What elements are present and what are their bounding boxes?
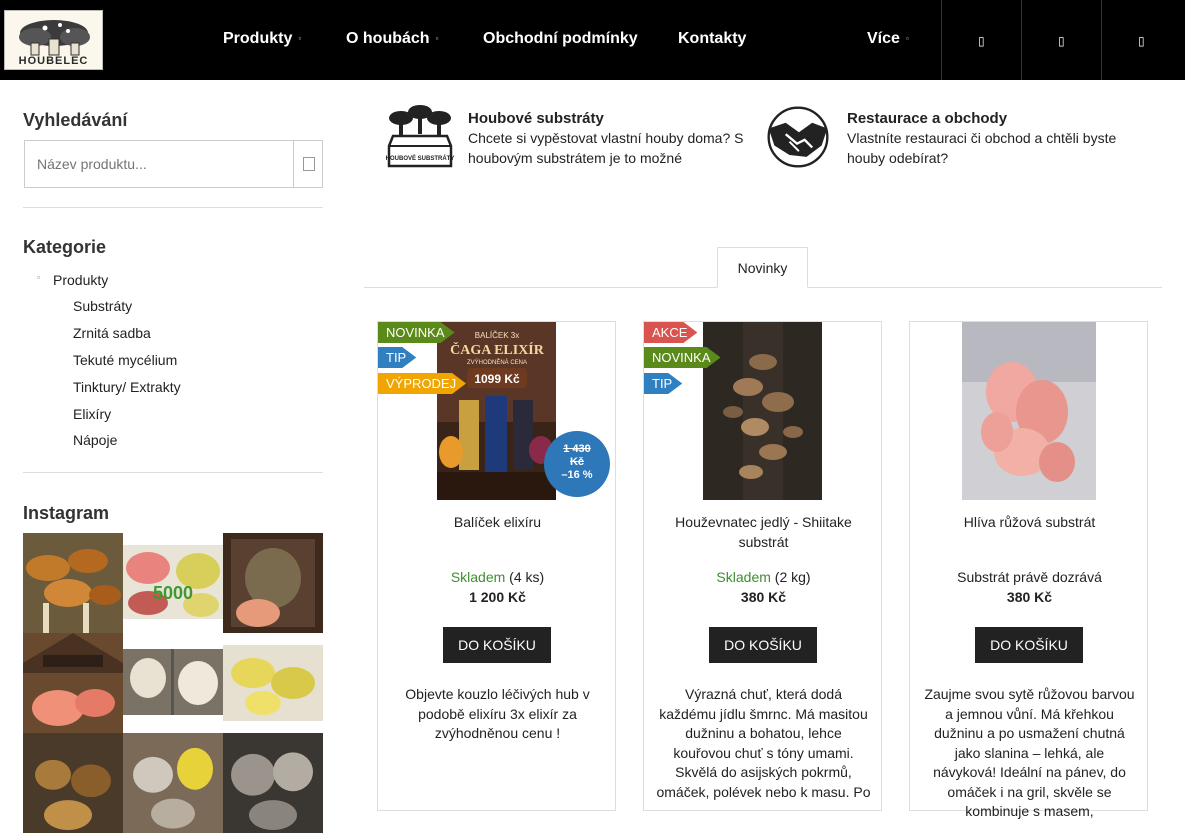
chevron-down-icon: ▫	[435, 34, 439, 44]
product-availability: Skladem (2 kg)	[644, 569, 883, 585]
instagram-photo[interactable]	[223, 533, 323, 633]
stock-status: Skladem	[716, 569, 771, 585]
instagram-photo[interactable]: 5000	[123, 533, 223, 633]
add-to-cart-button[interactable]: DO KOŠÍKU	[443, 627, 551, 663]
product-image[interactable]: BALÍČEK 3x ČAGA ELIXÍR ZVÝHODNĚNÁ CENA 1…	[437, 322, 556, 500]
discount-old-price: 1 430	[563, 443, 591, 455]
sidebar-divider	[23, 472, 323, 473]
cart-icon: ▯	[1138, 34, 1145, 48]
chevron-down-icon: ▫	[905, 34, 909, 44]
nav-more[interactable]: Více ▫	[867, 30, 909, 48]
category-tinctures[interactable]: Tinktury/ Extrakty	[73, 379, 181, 395]
product-image[interactable]	[703, 322, 822, 500]
instagram-photo[interactable]	[123, 633, 223, 733]
product-description: Zaujme svou sytě růžovou barvou a jemnou…	[924, 686, 1135, 819]
instagram-title: Instagram	[23, 503, 110, 523]
nav-contacts[interactable]: Kontakty	[678, 30, 746, 48]
feature-title-restaurants[interactable]: Restaurace a obchody	[847, 110, 1007, 127]
instagram-photo[interactable]	[123, 733, 223, 833]
flag-action-badge: AKCE	[644, 322, 697, 343]
categories-title: Kategorie	[23, 237, 107, 257]
stock-quantity: Substrát právě dozrává	[957, 569, 1102, 585]
product-name[interactable]: Houževnatec jedlý - Shiitake substrát	[654, 512, 873, 552]
product-image-text: ČAGA ELIXÍR	[450, 341, 545, 358]
nav-about-mushrooms[interactable]: O houbách ▫	[346, 30, 438, 48]
nav-products-label: Produkty	[223, 30, 293, 47]
instagram-photo[interactable]	[23, 633, 123, 733]
category-substrates[interactable]: Substráty	[73, 298, 132, 314]
instagram-photo[interactable]	[23, 733, 123, 833]
site-logo[interactable]: HOUBELEC	[4, 10, 103, 70]
instagram-badge: 5000	[153, 583, 193, 603]
add-to-cart-button[interactable]: DO KOŠÍKU	[709, 627, 817, 663]
add-to-cart-button[interactable]: DO KOŠÍKU	[975, 627, 1083, 663]
user-icon: ▯	[1058, 34, 1065, 48]
flag-sale-badge: VÝPRODEJ	[378, 373, 466, 394]
flag-new-badge: NOVINKA	[378, 322, 455, 343]
product-name[interactable]: Hlíva růžová substrát	[920, 512, 1139, 532]
header-bar: HOUBELEC Produkty ▫ O houbách ▫ Obchodní p…	[0, 0, 1185, 80]
product-price: 380 Kč	[740, 589, 787, 605]
product-image[interactable]	[962, 322, 1096, 500]
account-button[interactable]: ▯	[1021, 0, 1101, 80]
product-name[interactable]: Balíček elixíru	[388, 512, 607, 532]
instagram-photo[interactable]	[223, 633, 323, 733]
category-grain-spawn[interactable]: Zrnitá sadba	[73, 325, 151, 341]
category-drinks[interactable]: Nápoje	[73, 432, 117, 448]
nav-about-label: O houbách	[346, 30, 430, 47]
search-icon	[303, 157, 315, 171]
search-submit-button[interactable]	[293, 140, 323, 188]
search-field	[24, 140, 294, 188]
flag-tip-badge: TIP	[644, 373, 682, 394]
discount-badge: 1 430 Kč –16 %	[544, 431, 610, 497]
category-products[interactable]: Produkty	[37, 272, 108, 288]
stock-quantity: (4 ks)	[509, 569, 545, 585]
product-card[interactable]: BALÍČEK 3x ČAGA ELIXÍR ZVÝHODNĚNÁ CENA 1…	[377, 321, 616, 811]
discount-percent: –16 %	[561, 469, 593, 481]
product-availability: Skladem (4 ks)	[378, 569, 617, 585]
cart-button[interactable]: ▯	[1101, 0, 1181, 80]
stock-quantity: (2 kg)	[774, 569, 811, 585]
search-input[interactable]	[25, 141, 293, 187]
category-liquid-mycelium[interactable]: Tekuté mycélium	[73, 352, 177, 368]
substrate-box-icon: HOUBOVÉ SUBSTRÁTY	[386, 105, 455, 168]
stock-status: Skladem	[450, 569, 506, 585]
search-button[interactable]: ▯	[941, 0, 1021, 80]
feature-text-substrates: Chcete si vypěstovat vlastní houby doma?…	[468, 130, 744, 166]
discount-old-currency: Kč	[569, 456, 585, 468]
flag-new-badge: NOVINKA	[644, 347, 721, 368]
product-description: Výrazná chuť, která dodá každému jídlu š…	[656, 686, 871, 800]
product-availability: Substrát právě dozrává	[910, 569, 1149, 585]
product-card[interactable]: AKCE NOVINKA TIP Houževnatec jedlý - Shi…	[643, 321, 882, 811]
flag-tip-badge: TIP	[378, 347, 416, 368]
category-elixirs[interactable]: Elixíry	[73, 406, 111, 422]
logo-text: HOUBELEC	[18, 55, 89, 67]
substrate-box-label: HOUBOVÉ SUBSTRÁTY	[386, 154, 455, 162]
product-price: 380 Kč	[1006, 589, 1053, 605]
nav-terms[interactable]: Obchodní podmínky	[483, 30, 638, 48]
product-image-text: ZVÝHODNĚNÁ CENA	[467, 358, 527, 366]
chevron-down-icon: ▫	[298, 34, 302, 44]
tab-novinky[interactable]: Novinky	[717, 247, 808, 288]
instagram-photo[interactable]	[23, 533, 123, 633]
search-icon: ▯	[978, 34, 985, 48]
feature-title-substrates[interactable]: Houbové substráty	[468, 110, 604, 127]
instagram-photo[interactable]	[223, 733, 323, 833]
mushroom-logo-icon	[19, 20, 90, 56]
nav-more-label: Více	[867, 30, 900, 47]
product-price: 1 200 Kč	[469, 589, 526, 605]
product-card[interactable]: Hlíva růžová substrát Substrát právě doz…	[909, 321, 1149, 819]
sidebar-divider	[23, 207, 323, 208]
product-description: Objevte kouzlo léčivých hub v podobě eli…	[405, 686, 590, 741]
feature-text-restaurants: Vlastníte restauraci či obchod a chtěli …	[847, 130, 1117, 166]
handshake-icon	[767, 106, 829, 168]
product-image-text: BALÍČEK 3x	[475, 331, 519, 340]
nav-products[interactable]: Produkty ▫	[223, 30, 301, 48]
product-image-text: 1099 Kč	[474, 372, 520, 386]
search-title: Vyhledávání	[23, 110, 128, 130]
